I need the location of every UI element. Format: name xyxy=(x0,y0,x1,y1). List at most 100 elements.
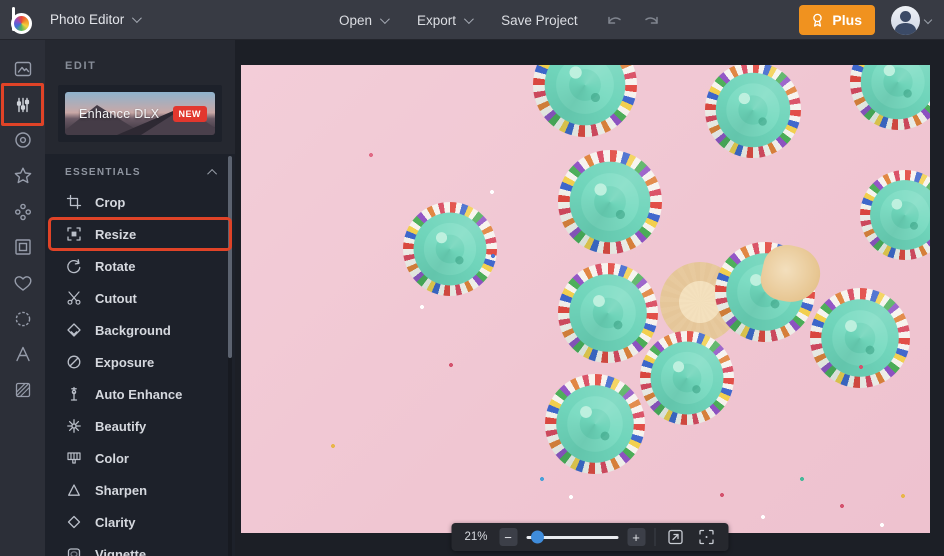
menu-item-cutout[interactable]: Cutout xyxy=(45,282,235,314)
app-title-menu[interactable]: Photo Editor xyxy=(50,12,139,27)
overlay-icon xyxy=(12,379,34,401)
beautify-icon xyxy=(66,418,82,434)
redo-button[interactable] xyxy=(640,9,662,31)
history-controls xyxy=(604,0,662,40)
zoom-in-button[interactable]: + xyxy=(627,528,645,546)
photo[interactable] xyxy=(241,65,930,533)
vignette-icon xyxy=(66,546,82,556)
rail-item-frames[interactable] xyxy=(0,229,45,265)
essentials-section: ESSENTIALS Crop Resize xyxy=(45,154,235,556)
cupcake xyxy=(558,263,658,363)
adjustments-icon xyxy=(12,94,34,116)
menu-label: Sharpen xyxy=(95,483,147,498)
heart-icon xyxy=(12,272,34,294)
cupcake xyxy=(705,65,801,158)
new-badge: NEW xyxy=(173,106,208,122)
enhance-dlx-label: Enhance DLX xyxy=(79,107,159,121)
rail-item-stamps[interactable] xyxy=(0,301,45,337)
rail-item-edit-photo[interactable] xyxy=(0,51,45,87)
chevron-down-icon xyxy=(924,16,932,24)
undo-button[interactable] xyxy=(604,9,626,31)
frame-icon xyxy=(12,236,34,258)
menu-item-color[interactable]: Color xyxy=(45,442,235,474)
exposure-icon xyxy=(66,354,82,370)
edit-panel: EDIT Enhance DLX NEW ESSENTIALS Cr xyxy=(45,40,235,556)
menu-item-background[interactable]: Background xyxy=(45,314,235,346)
rail-item-effects[interactable] xyxy=(0,158,45,194)
expand-arrow-icon xyxy=(666,528,684,546)
befunky-logo[interactable] xyxy=(9,6,35,34)
menu-item-resize[interactable]: Resize xyxy=(45,218,235,250)
cupcake-bite xyxy=(757,241,825,308)
rail-item-adjustments[interactable] xyxy=(0,87,45,123)
star-icon xyxy=(12,165,34,187)
logo-color-wheel xyxy=(11,13,32,34)
menu-label: Background xyxy=(95,323,171,338)
enhance-dlx-card[interactable]: Enhance DLX NEW xyxy=(58,85,222,142)
plus-label: Plus xyxy=(832,12,862,28)
background-icon xyxy=(66,322,82,338)
menu-item-beautify[interactable]: Beautify xyxy=(45,410,235,442)
redo-icon xyxy=(641,12,661,28)
chevron-up-icon[interactable] xyxy=(207,169,217,179)
canvas-area: 21% − + xyxy=(235,40,944,556)
image-icon xyxy=(12,58,34,80)
avatar xyxy=(891,6,920,35)
rotate-icon xyxy=(66,258,82,274)
undo-icon xyxy=(605,12,625,28)
rail-item-overlays-love[interactable] xyxy=(0,265,45,301)
cupcake xyxy=(715,242,815,342)
rail-item-graphics[interactable] xyxy=(0,194,45,230)
menu-item-rotate[interactable]: Rotate xyxy=(45,250,235,282)
zoom-slider-knob[interactable] xyxy=(531,531,544,544)
crop-icon xyxy=(66,194,82,210)
menu-label: Rotate xyxy=(95,259,135,274)
menu-item-sharpen[interactable]: Sharpen xyxy=(45,474,235,506)
topbar-right: Plus xyxy=(799,0,931,40)
plus-upgrade-button[interactable]: Plus xyxy=(799,5,875,35)
auto-enhance-icon xyxy=(66,386,82,402)
chevron-down-icon xyxy=(132,13,142,23)
account-menu[interactable] xyxy=(891,6,931,35)
menu-label: Cutout xyxy=(95,291,137,306)
tool-rail xyxy=(0,40,45,556)
cupcake xyxy=(558,150,662,254)
zoom-level: 21% xyxy=(462,531,490,543)
export-menu-button[interactable]: Export xyxy=(417,13,471,28)
menu-item-auto-enhance[interactable]: Auto Enhance xyxy=(45,378,235,410)
graphics-icon xyxy=(12,201,34,223)
essentials-menu: Crop Resize Rotate xyxy=(45,186,235,556)
toolbar-divider xyxy=(654,528,655,546)
chevron-down-icon xyxy=(464,14,474,24)
cupcake xyxy=(403,202,497,296)
cupcake xyxy=(810,288,910,388)
essentials-title: ESSENTIALS xyxy=(65,167,141,178)
top-bar: Photo Editor Open Export Save Project xyxy=(0,0,944,40)
resize-icon xyxy=(66,226,82,242)
menu-item-vignette[interactable]: Vignette xyxy=(45,538,235,556)
menu-label: Color xyxy=(95,451,129,466)
panel-scrollbar-thumb[interactable] xyxy=(228,156,232,358)
zoom-slider[interactable] xyxy=(526,536,618,539)
menu-label: Crop xyxy=(95,195,125,210)
fit-to-screen-button[interactable] xyxy=(664,526,686,548)
panel-title: EDIT xyxy=(45,40,235,82)
menu-item-crop[interactable]: Crop xyxy=(45,186,235,218)
badge-icon xyxy=(12,308,34,330)
rail-item-textures[interactable] xyxy=(0,372,45,408)
text-icon xyxy=(12,343,34,365)
fullscreen-button[interactable] xyxy=(695,526,717,548)
cutout-scissors-icon xyxy=(66,290,82,306)
rail-item-text[interactable] xyxy=(0,337,45,373)
menu-label: Vignette xyxy=(95,547,146,556)
save-project-button[interactable]: Save Project xyxy=(501,13,578,28)
zoom-out-button[interactable]: − xyxy=(499,528,517,546)
cupcake xyxy=(640,331,734,425)
sharpen-icon xyxy=(66,482,82,498)
menu-item-clarity[interactable]: Clarity xyxy=(45,506,235,538)
menu-label: Clarity xyxy=(95,515,135,530)
rail-item-touchup[interactable] xyxy=(0,122,45,158)
open-menu-button[interactable]: Open xyxy=(339,13,387,28)
cupcake xyxy=(860,170,930,260)
menu-item-exposure[interactable]: Exposure xyxy=(45,346,235,378)
